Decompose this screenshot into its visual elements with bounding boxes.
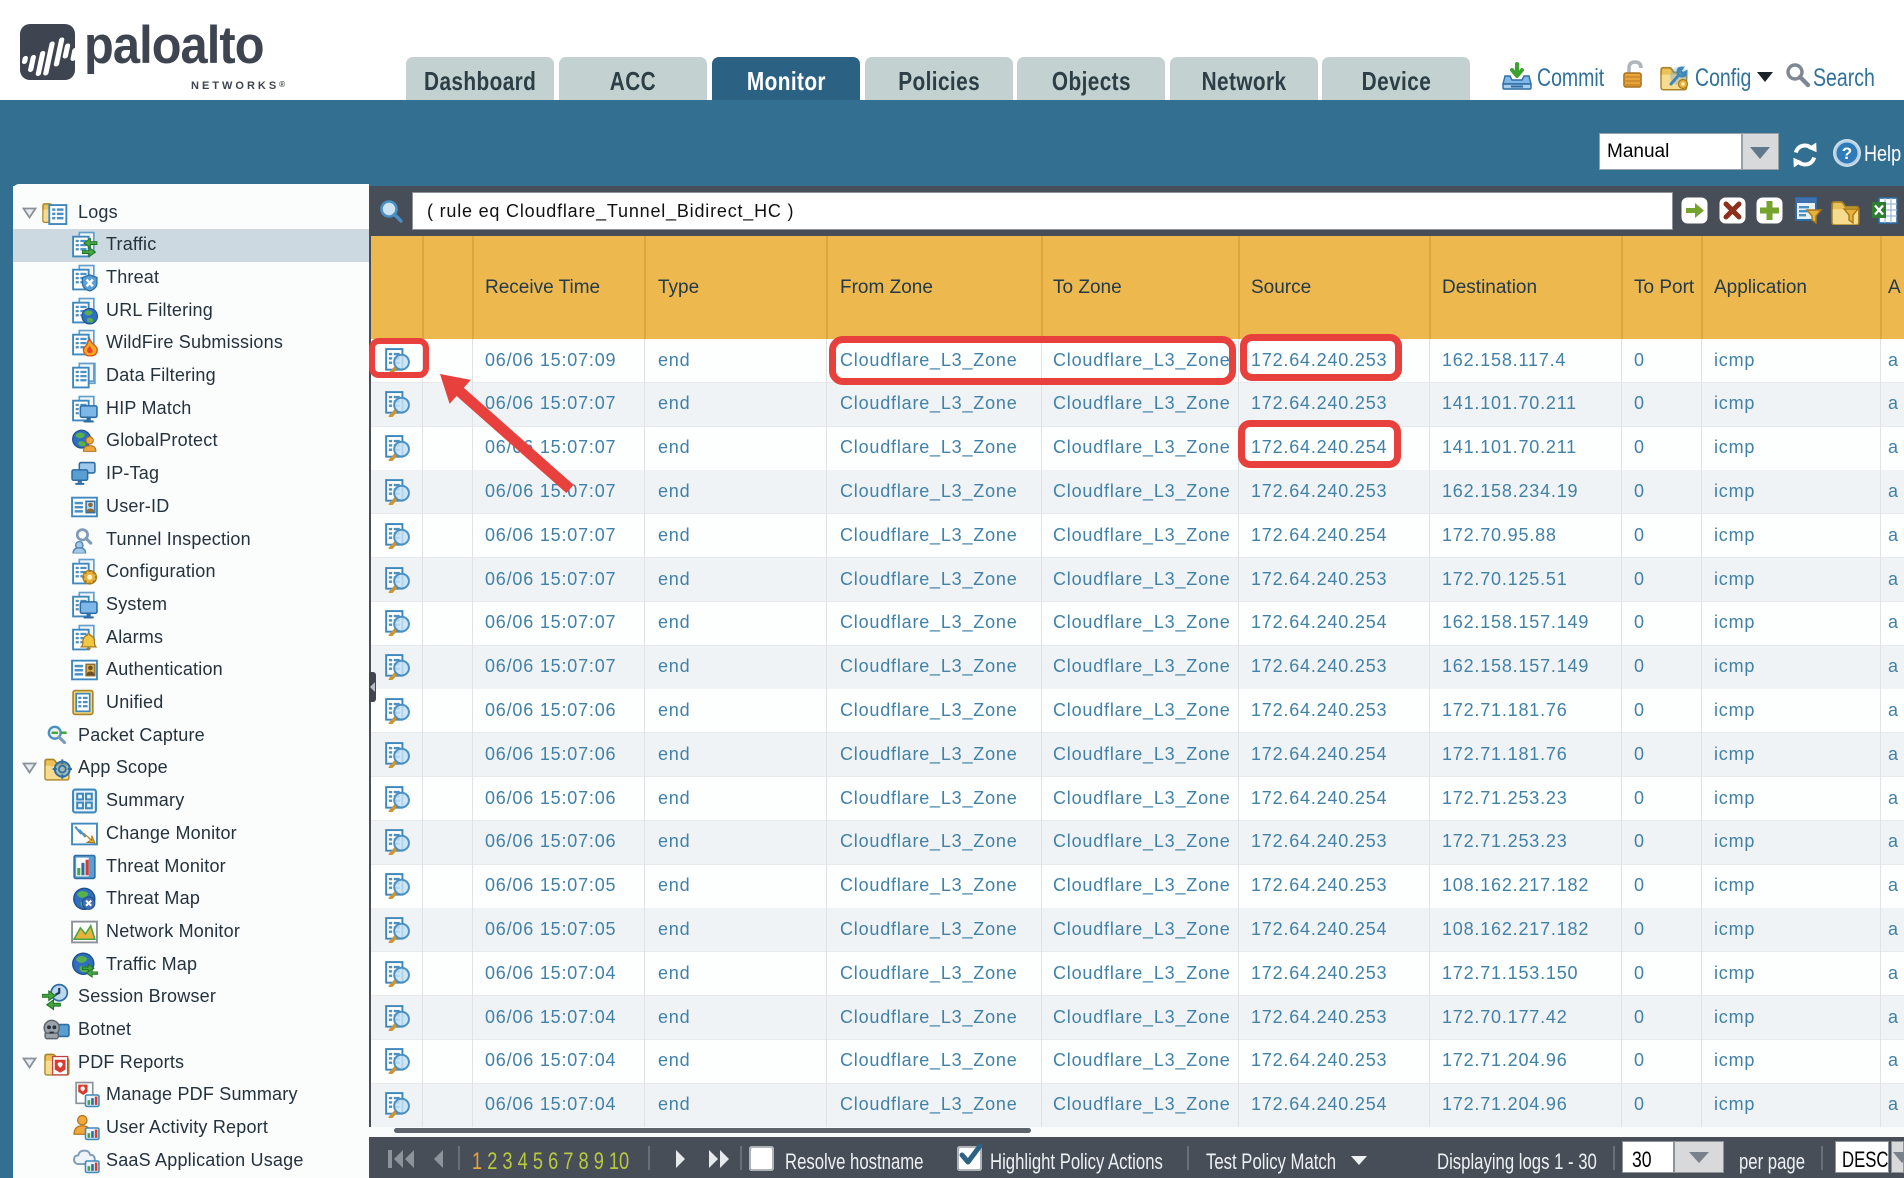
svg-text:?: ? <box>1842 144 1852 163</box>
